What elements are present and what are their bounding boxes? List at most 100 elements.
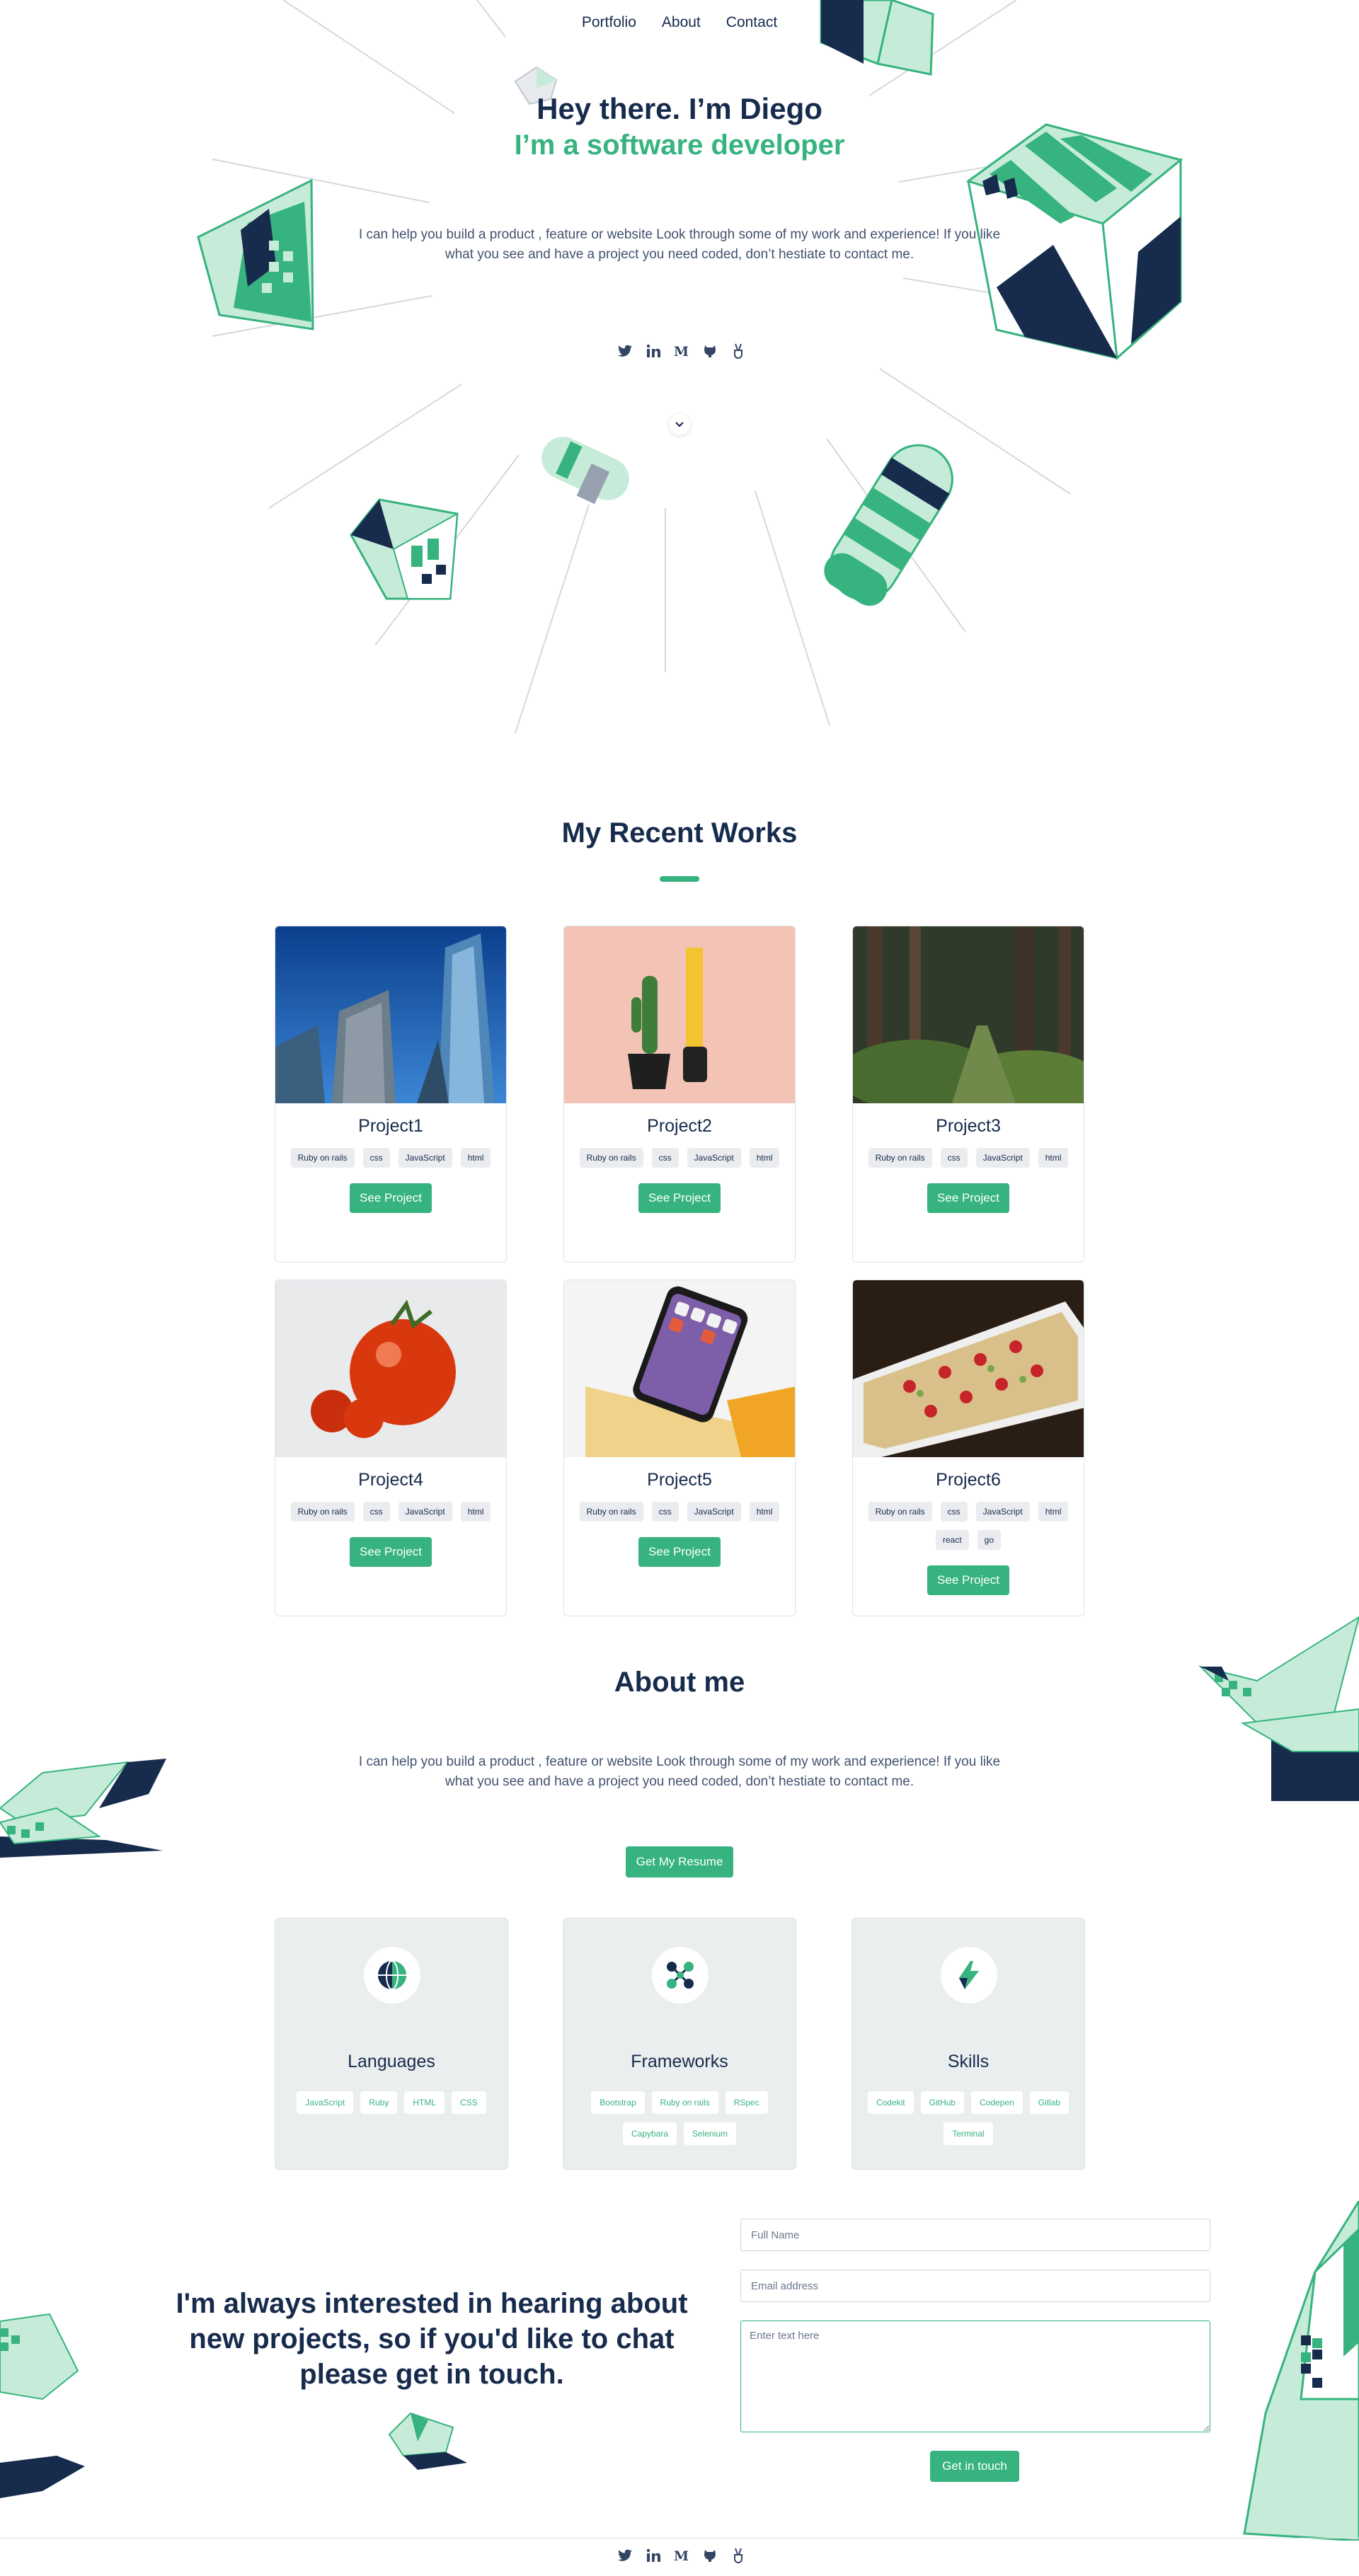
project-tag: JavaScript [398,1502,452,1522]
chevron-down-icon [675,422,684,427]
project-tag: JavaScript [398,1148,452,1168]
box-shape-small [388,2412,467,2470]
skill-tag: Selenium [684,2122,737,2145]
skill-tag: Codekit [867,2091,914,2114]
cube-shape-lower-left [350,498,459,600]
works-title-underline [660,876,699,882]
see-project-button[interactable]: See Project [638,1537,721,1567]
svg-text:M: M [674,345,689,357]
project-tag: html [749,1148,780,1168]
scroll-down-button[interactable] [669,414,690,435]
skill-card-languages: Languages JavaScript Ruby HTML CSS [275,1918,508,2170]
capsule-shape-small [541,437,629,505]
project-tag: html [749,1502,780,1522]
get-in-touch-button[interactable]: Get in touch [930,2451,1019,2482]
project-tag: css [362,1502,390,1522]
works-title: My Recent Works [561,817,798,849]
see-project-button[interactable]: See Project [350,1183,432,1213]
project-tag: Ruby on rails [579,1148,643,1168]
full-name-field[interactable] [740,2219,1210,2251]
footer-social-links: M [617,2548,746,2563]
about-title: About me [614,1667,745,1698]
project-tag: Ruby on rails [579,1502,643,1522]
skill-tags: JavaScript Ruby HTML CSS [289,2091,493,2114]
project-tag: Ruby on rails [868,1502,932,1522]
angellist-icon[interactable] [730,2548,746,2563]
nav-about[interactable]: About [662,8,701,37]
hero-description: I can help you build a product , feature… [358,227,1001,262]
project-title: Project5 [647,1470,712,1490]
linkedin-icon[interactable] [646,343,661,359]
medium-icon[interactable]: M [674,2548,689,2563]
project-image [564,1280,795,1457]
message-field[interactable] [740,2321,1210,2432]
lightning-icon [959,1961,979,1989]
project-tag: css [940,1502,968,1522]
email-field[interactable] [740,2270,1210,2302]
project-title: Project4 [358,1470,423,1490]
project-tag: css [651,1148,679,1168]
project-tag: html [1038,1148,1069,1168]
skill-tag: CSS [452,2091,486,2114]
skill-tag: Codepen [970,2091,1023,2114]
project-tag: Ruby on rails [868,1148,932,1168]
skill-tag: Capybara [622,2122,677,2145]
see-project-button[interactable]: See Project [927,1565,1009,1595]
project-title: Project1 [358,1116,423,1136]
project-tag: css [940,1148,968,1168]
project-tag: css [651,1502,679,1522]
globe-icon [378,1960,406,1990]
skill-tag: Gitlab [1029,2091,1070,2114]
nav-portfolio[interactable]: Portfolio [582,8,636,37]
paper-crane-left [0,1759,166,1858]
project-tag: JavaScript [687,1502,741,1522]
skill-tag: HTML [404,2091,445,2114]
project-tags: Ruby on rails css JavaScript html [289,1502,492,1522]
skill-tag: Bootstrap [591,2091,645,2114]
skill-icon-wrapper [941,1947,997,2003]
see-project-button[interactable]: See Project [638,1183,721,1213]
skill-tag: GitHub [920,2091,964,2114]
project-tag: html [460,1148,491,1168]
hero-title: Hey there. I’m Diego [537,92,822,125]
project-tags: Ruby on rails css JavaScript html react … [867,1502,1070,1550]
angellist-icon[interactable] [730,343,746,359]
project-card: Project4 Ruby on rails css JavaScript ht… [275,1280,507,1616]
twitter-icon[interactable] [617,2548,633,2563]
skill-icon-wrapper [364,1947,420,2003]
project-tag: JavaScript [975,1148,1030,1168]
github-icon[interactable] [702,2548,718,2563]
capsule-shape-large [824,444,953,606]
skill-tags: Bootstrap Ruby on rails RSpec Capybara S… [578,2091,781,2145]
project-tag: JavaScript [975,1502,1030,1522]
skill-tag: Ruby [360,2091,398,2114]
project-tag: react [935,1530,969,1550]
project-tag: Ruby on rails [290,1502,355,1522]
project-tag: JavaScript [687,1148,741,1168]
see-project-button[interactable]: See Project [927,1183,1009,1213]
see-project-button[interactable]: See Project [350,1537,432,1567]
nav-contact[interactable]: Contact [726,8,777,37]
github-icon[interactable] [702,343,718,359]
skill-title: Frameworks [631,2052,728,2071]
project-tags: Ruby on rails css JavaScript html [578,1148,781,1168]
project-card: Project5 Ruby on rails css JavaScript ht… [563,1280,796,1616]
prism-shape-left [197,178,314,330]
medium-icon[interactable]: M [674,343,689,359]
twitter-icon[interactable] [617,343,633,359]
project-image [853,926,1084,1103]
project-tag: css [362,1148,390,1168]
project-title: Project6 [936,1470,1001,1490]
linkedin-icon[interactable] [646,2548,661,2563]
project-tags: Ruby on rails css JavaScript html [578,1502,781,1522]
skill-tag: Terminal [944,2122,993,2145]
contact-heading: I'm always interested in hearing about n… [176,2288,688,2390]
skill-tags: Codekit GitHub Codepen Gitlab Terminal [866,2091,1070,2145]
skill-tag: JavaScript [297,2091,354,2114]
project-image [853,1280,1084,1457]
skill-title: Skills [947,2052,990,2071]
get-resume-button[interactable]: Get My Resume [626,1846,733,1878]
box-shape-left [0,2313,85,2498]
about-decoration [0,1616,1359,1858]
project-tag: go [977,1530,1002,1550]
